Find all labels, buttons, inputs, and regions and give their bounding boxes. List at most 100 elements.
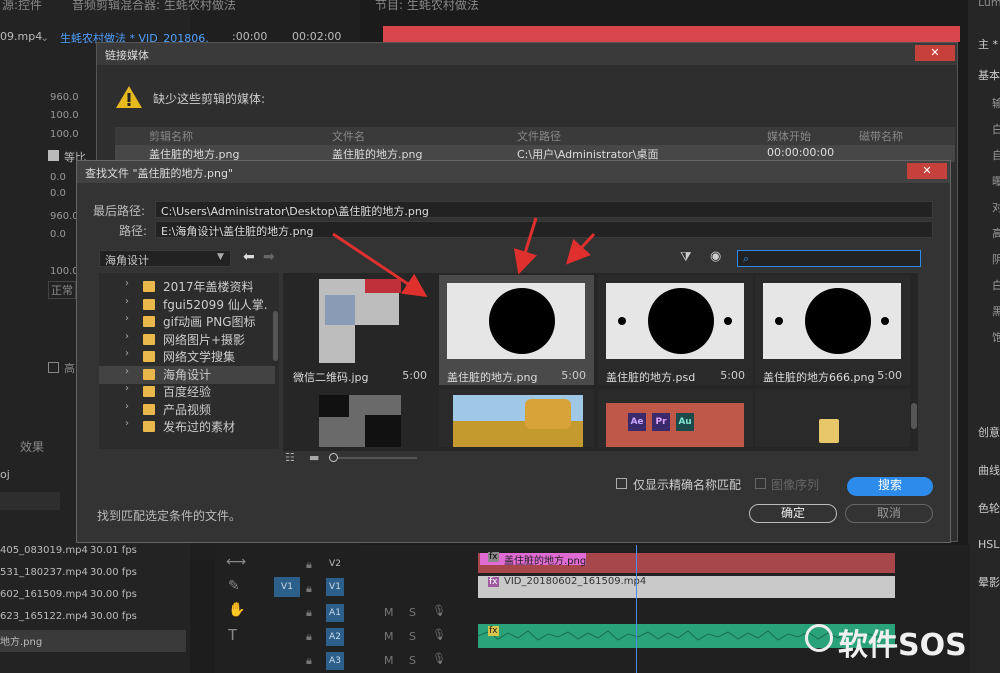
microphone-icon[interactable]: 🎙︎ xyxy=(432,604,446,617)
file-name[interactable]: 地方.png xyxy=(0,633,42,648)
zoom-slider-handle[interactable] xyxy=(329,453,338,462)
tab-program[interactable]: 节目: 生蚝农村做法 xyxy=(375,0,479,13)
effect-value[interactable]: 100.0 xyxy=(50,110,79,121)
tab-effects[interactable]: 效果 xyxy=(20,438,44,455)
track-a2[interactable]: A2 xyxy=(326,628,344,646)
folder-item[interactable]: 网络文学搜集 xyxy=(163,348,235,365)
thumbnail-psd[interactable]: 盖住脏的地方.psd 5:00 xyxy=(598,275,753,385)
pen-icon[interactable]: ✎ xyxy=(228,578,240,594)
effect-value[interactable]: 100.0 xyxy=(50,266,79,277)
high-quality-checkbox[interactable] xyxy=(48,362,59,373)
microphone-icon[interactable]: 🎙︎ xyxy=(432,628,446,641)
last-path-field[interactable]: C:\Users\Administrator\Desktop\盖住脏的地方.pn… xyxy=(155,201,933,218)
eye-icon[interactable]: ◉ xyxy=(710,249,721,264)
location-dropdown[interactable]: 海角设计 xyxy=(99,250,231,267)
lumetri-section[interactable]: HSL xyxy=(978,538,999,551)
grid-scrollbar[interactable] xyxy=(911,403,917,429)
search-field[interactable] xyxy=(0,492,60,510)
solo-button[interactable]: S xyxy=(409,654,416,667)
lock-icon[interactable]: 🔒︎ xyxy=(306,582,312,596)
lumetri-section[interactable]: 曲线 xyxy=(978,462,1000,478)
back-arrow-icon[interactable]: ⬅ xyxy=(243,249,255,265)
folder-item[interactable]: 网络图片+摄影 xyxy=(163,331,245,348)
cancel-button[interactable]: 取消 xyxy=(845,504,933,523)
chevron-right-icon[interactable]: › xyxy=(125,383,129,394)
mute-button[interactable]: M xyxy=(384,630,394,643)
effect-value[interactable]: 0.0 xyxy=(50,172,66,183)
tree-scrollbar[interactable] xyxy=(273,311,278,361)
thumbnail-wechat-qr[interactable]: 微信二维码.jpg 5:00 xyxy=(285,275,435,385)
icon-view-icon[interactable]: ▬ xyxy=(309,451,319,464)
thumbnail-adobe[interactable]: Ae Pr Au xyxy=(598,389,753,447)
source-patch-v1[interactable]: V1 xyxy=(274,577,300,597)
lumetri-section[interactable]: 色轮 xyxy=(978,500,1000,516)
effect-value[interactable]: 100.0 xyxy=(50,129,79,140)
lock-icon[interactable]: 🔒︎ xyxy=(306,654,312,668)
solo-button[interactable]: S xyxy=(409,606,416,619)
zoom-slider-track[interactable] xyxy=(331,457,417,459)
type-tool-icon[interactable]: T xyxy=(228,626,237,644)
playhead[interactable] xyxy=(636,545,637,673)
file-name[interactable]: 623_165122.mp4 xyxy=(0,611,88,622)
tab-audio-mixer[interactable]: 音频剪辑混合器: 生蚝农村做法 xyxy=(72,0,236,13)
track-v2[interactable]: V2 xyxy=(326,555,344,573)
folder-item[interactable]: 产品视频 xyxy=(163,401,211,418)
thumbnail-photo[interactable] xyxy=(439,389,594,447)
track-a3[interactable]: A3 xyxy=(326,652,344,670)
mute-button[interactable]: M xyxy=(384,606,394,619)
folder-item[interactable]: 百度经验 xyxy=(163,383,211,400)
blend-mode[interactable]: 正常 xyxy=(48,281,76,299)
folder-item[interactable]: gif动画 PNG图标 xyxy=(163,313,256,330)
folder-item[interactable]: fgui52099 仙人掌. xyxy=(163,296,268,313)
ripple-edit-icon[interactable]: ⟷ xyxy=(226,554,246,570)
exact-match-checkbox[interactable] xyxy=(616,478,627,489)
filter-icon[interactable]: ⧩ xyxy=(680,250,692,265)
chevron-down-icon[interactable]: ▼ xyxy=(217,252,224,262)
thumbnail-mosaic-2[interactable] xyxy=(285,389,435,447)
solo-button[interactable]: S xyxy=(409,630,416,643)
thumbnail-target-png[interactable]: 盖住脏的地方.png 5:00 xyxy=(439,275,594,385)
file-name[interactable]: 602_161509.mp4 xyxy=(0,589,88,600)
track-a1[interactable]: A1 xyxy=(326,604,344,622)
chevron-right-icon[interactable]: › xyxy=(125,401,129,412)
folder-item[interactable]: 海角设计 xyxy=(163,366,211,383)
close-button[interactable]: ✕ xyxy=(907,163,947,179)
search-button[interactable]: 搜索 xyxy=(847,477,933,496)
file-name[interactable]: 405_083019.mp4 xyxy=(0,545,88,556)
hand-icon[interactable]: ✋ xyxy=(228,602,245,618)
file-name[interactable]: 531_180237.mp4 xyxy=(0,567,88,578)
chevron-right-icon[interactable]: › xyxy=(125,418,129,429)
folder-item[interactable]: 2017年盖楼资料 xyxy=(163,278,254,295)
tab-lumetri[interactable]: Lum xyxy=(978,0,1000,9)
track-v1[interactable]: V1 xyxy=(326,578,344,596)
chevron-right-icon[interactable]: › xyxy=(125,313,129,324)
lumetri-section[interactable]: 创意 xyxy=(978,424,1000,440)
forward-arrow-icon[interactable]: ➡ xyxy=(263,249,275,265)
lumetri-section[interactable]: 基本 xyxy=(978,67,1000,83)
effect-value[interactable]: 960.0 xyxy=(50,211,79,222)
ok-button[interactable]: 确定 xyxy=(749,504,837,523)
effect-value[interactable]: 0.0 xyxy=(50,188,66,199)
lumetri-section[interactable]: 主 * xyxy=(978,36,998,52)
thumbnail-folder[interactable] xyxy=(755,389,910,447)
effect-value[interactable]: 0.0 xyxy=(50,229,66,240)
chevron-right-icon[interactable]: › xyxy=(125,331,129,342)
path-field[interactable]: E:\海角设计\盖住脏的地方.png xyxy=(155,221,933,238)
chevron-right-icon[interactable]: › xyxy=(125,348,129,359)
close-button[interactable]: ✕ xyxy=(915,45,955,61)
search-input[interactable]: ⌕ xyxy=(737,250,921,267)
thumbnail-png-666[interactable]: 盖住脏的地方666.png 5:00 xyxy=(755,275,910,385)
mute-button[interactable]: M xyxy=(384,654,394,667)
lock-icon[interactable]: 🔒︎ xyxy=(306,630,312,644)
list-view-icon[interactable]: ☷ xyxy=(285,451,295,464)
microphone-icon[interactable]: 🎙︎ xyxy=(432,652,446,665)
effect-value[interactable]: 960.0 xyxy=(50,92,79,103)
lumetri-section[interactable]: 晕影 xyxy=(978,574,1000,590)
chevron-right-icon[interactable]: › xyxy=(125,366,129,377)
chevron-right-icon[interactable]: › xyxy=(125,278,129,289)
chevron-right-icon[interactable]: › xyxy=(125,296,129,307)
lock-icon[interactable]: 🔒︎ xyxy=(306,558,312,572)
tab-source[interactable]: 源:控件 xyxy=(2,0,42,13)
image-sequence-checkbox[interactable] xyxy=(755,478,766,489)
chevron-down-icon[interactable]: ⌄ xyxy=(40,31,49,44)
